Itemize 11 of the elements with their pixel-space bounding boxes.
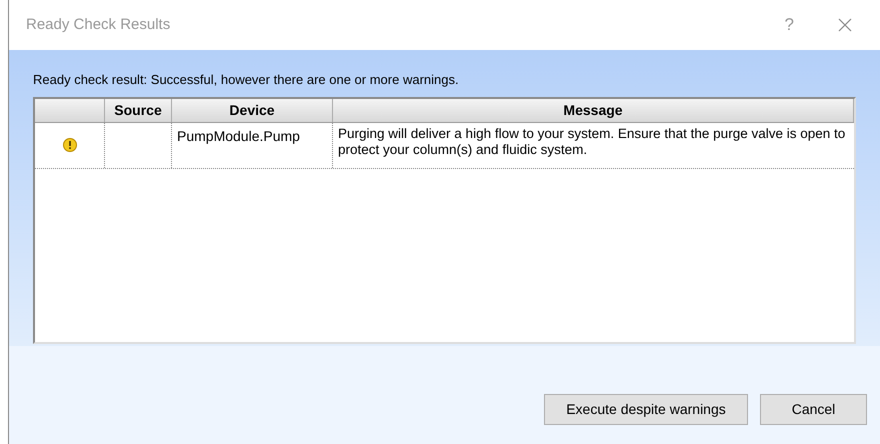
execute-button[interactable]: Execute despite warnings — [544, 394, 748, 425]
cancel-button[interactable]: Cancel — [760, 394, 867, 425]
table-cell: PumpModule.Pump — [177, 128, 300, 144]
column-header[interactable]: Source — [105, 98, 172, 122]
table-cell: Purging will deliver a high flow to your system. Ensure that the purge valve is open to protect your column(s) and fluidic system. — [338, 126, 846, 156]
column-header[interactable]: Device — [172, 98, 333, 122]
warning-icon — [62, 138, 76, 152]
close-icon[interactable] — [838, 18, 852, 32]
column-header[interactable]: Message — [333, 98, 854, 122]
window-title: Ready Check Results — [26, 14, 172, 35]
result-summary: Ready check result: Successful, however there are one or more warnings. — [33, 71, 460, 89]
